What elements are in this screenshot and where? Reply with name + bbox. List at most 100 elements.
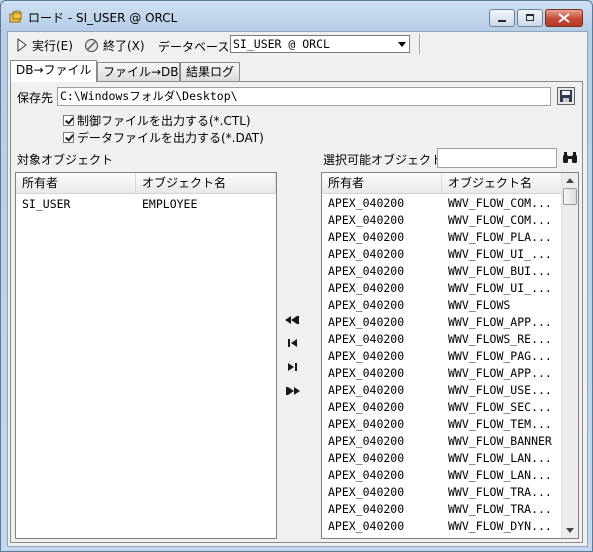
object-name-cell: WWV_FLOW_TRA... bbox=[448, 502, 552, 516]
table-row[interactable]: APEX_040200 WWV_FLOW_UI_... bbox=[322, 280, 562, 297]
available-list-header: 所有者 オブジェクト名 bbox=[322, 173, 562, 194]
data-file-label: データファイルを出力する(*.DAT) bbox=[77, 131, 264, 145]
owner-cell: APEX_040200 bbox=[322, 535, 448, 538]
target-objects-list[interactable]: 所有者 オブジェクト名 SI_USER EMPLOYEE bbox=[15, 172, 277, 539]
tab-file-to-db[interactable]: ファイル→DB bbox=[97, 62, 180, 81]
table-row[interactable]: APEX_040200 WWV_FLOW_USE... bbox=[322, 382, 562, 399]
minimize-icon bbox=[498, 20, 506, 22]
left-arrow-icon bbox=[287, 339, 297, 347]
object-name-cell: WWV_FLOWS_RE... bbox=[448, 332, 552, 346]
object-name-cell: EMPLOYEE bbox=[142, 197, 198, 211]
table-row[interactable]: APEX_040200 WWV_FLOW_LAN... bbox=[322, 450, 562, 467]
table-row[interactable]: APEX_040200 WWV_FLOW_PLA... bbox=[322, 229, 562, 246]
scroll-down-icon[interactable] bbox=[566, 528, 574, 533]
table-row[interactable]: APEX_040200WWV_FLOW_DYN... bbox=[322, 535, 562, 538]
column-header-owner[interactable]: 所有者 bbox=[16, 173, 136, 193]
maximize-button[interactable] bbox=[517, 9, 543, 27]
owner-cell: SI_USER bbox=[22, 197, 71, 211]
table-row[interactable]: APEX_040200 WWV_FLOWS bbox=[322, 297, 562, 314]
save-dest-label: 保存先 bbox=[17, 91, 54, 105]
object-name-cell: WWV_FLOW_PAG... bbox=[448, 349, 552, 363]
table-row[interactable]: APEX_040200WWV_FLOW_DYN... bbox=[322, 518, 562, 535]
tab-result-log[interactable]: 結果ログ bbox=[180, 62, 240, 81]
run-button[interactable]: 実行(E) bbox=[16, 36, 73, 54]
scroll-up-icon[interactable] bbox=[566, 178, 574, 183]
tab-db-to-file[interactable]: DB→ファイル bbox=[10, 60, 97, 82]
chevron-down-icon bbox=[398, 42, 406, 47]
close-button[interactable] bbox=[545, 9, 583, 27]
client-area: 実行(E) 終了(X) データベース SI_USER @ ORCL DB→ファイ… bbox=[7, 31, 588, 547]
table-row[interactable]: APEX_040200 WWV_FLOW_UI_... bbox=[322, 246, 562, 263]
save-path-button[interactable] bbox=[557, 87, 575, 105]
vertical-scrollbar[interactable] bbox=[561, 173, 578, 538]
database-icon bbox=[9, 10, 22, 23]
object-search-input[interactable] bbox=[437, 148, 557, 168]
database-label: データベース bbox=[158, 40, 230, 54]
object-name-cell: WWV_FLOW_COM... bbox=[448, 213, 552, 227]
owner-cell: APEX_040200 bbox=[328, 281, 405, 295]
data-file-checkbox[interactable]: データファイルを出力する(*.DAT) bbox=[63, 129, 264, 146]
remove-all-button[interactable] bbox=[281, 311, 303, 329]
checkbox-checked-icon bbox=[63, 132, 74, 143]
table-row[interactable]: APEX_040200 WWV_FLOW_BANNER bbox=[322, 433, 562, 450]
binoculars-icon[interactable] bbox=[562, 151, 578, 165]
object-name-cell: WWV_FLOW_BUI... bbox=[448, 264, 552, 278]
add-selected-button[interactable] bbox=[281, 358, 303, 376]
table-row[interactable]: APEX_040200 WWV_FLOW_LAN... bbox=[322, 467, 562, 484]
owner-cell: APEX_040200 bbox=[328, 400, 405, 414]
column-header-owner[interactable]: 所有者 bbox=[322, 173, 442, 193]
owner-cell: APEX_040200 bbox=[328, 519, 405, 533]
owner-cell: APEX_040200 bbox=[328, 298, 405, 312]
owner-cell: APEX_040200 bbox=[328, 332, 405, 346]
double-right-arrow-icon bbox=[285, 387, 300, 395]
scrollbar-thumb[interactable] bbox=[563, 188, 577, 205]
double-left-arrow-icon bbox=[284, 316, 300, 324]
owner-cell: APEX_040200 bbox=[328, 315, 405, 329]
table-row[interactable]: APEX_040200 WWV_FLOW_TRA... bbox=[322, 484, 562, 501]
table-row[interactable]: APEX_040200 WWV_FLOW_APP... bbox=[322, 314, 562, 331]
table-row[interactable]: APEX_040200 WWV_FLOW_BUI... bbox=[322, 263, 562, 280]
owner-cell: APEX_040200 bbox=[328, 230, 405, 244]
owner-cell: APEX_040200 bbox=[328, 264, 405, 278]
title-bar[interactable]: ロード - SI_USER @ ORCL bbox=[1, 1, 592, 31]
object-name-cell: WWV_FLOW_DYN... bbox=[448, 519, 552, 533]
column-header-object-name[interactable]: オブジェクト名 bbox=[136, 173, 276, 193]
table-row[interactable]: APEX_040200 WWV_FLOW_COM... bbox=[322, 212, 562, 229]
object-name-cell: WWV_FLOW_UI_... bbox=[448, 281, 552, 295]
floppy-disk-icon bbox=[560, 90, 572, 102]
database-select-value: SI_USER @ ORCL bbox=[233, 37, 330, 51]
add-all-button[interactable] bbox=[281, 382, 303, 400]
table-row[interactable]: APEX_040200 WWV_FLOW_TRA... bbox=[322, 501, 562, 518]
database-select[interactable]: SI_USER @ ORCL bbox=[230, 35, 410, 53]
table-row[interactable]: APEX_040200 WWV_FLOW_COM... bbox=[322, 195, 562, 212]
table-row[interactable]: APEX_040200 WWV_FLOWS_RE... bbox=[322, 331, 562, 348]
owner-cell: APEX_040200 bbox=[328, 502, 405, 516]
save-path-input[interactable]: C:\Windowsフォルダ\Desktop\ bbox=[57, 87, 551, 106]
table-row[interactable]: APEX_040200 WWV_FLOW_APP... bbox=[322, 365, 562, 382]
table-row[interactable]: APEX_040200 WWV_FLOW_TEM... bbox=[322, 416, 562, 433]
object-name-cell: WWV_FLOW_LAN... bbox=[448, 468, 552, 482]
column-header-object-name[interactable]: オブジェクト名 bbox=[442, 173, 562, 193]
run-label: 実行(E) bbox=[32, 38, 73, 53]
maximize-icon bbox=[526, 14, 534, 21]
object-name-cell: WWV_FLOW_COM... bbox=[448, 196, 552, 210]
stop-icon bbox=[84, 38, 99, 52]
checkbox-checked-icon bbox=[63, 115, 74, 126]
tab-panel-db-to-file: 保存先 C:\Windowsフォルダ\Desktop\ 制御ファイルを出力する(… bbox=[10, 81, 583, 543]
remove-selected-button[interactable] bbox=[281, 334, 303, 352]
table-row[interactable]: APEX_040200 WWV_FLOW_SEC... bbox=[322, 399, 562, 416]
table-row[interactable]: APEX_040200 WWV_FLOW_PAG... bbox=[322, 348, 562, 365]
owner-cell: APEX_040200 bbox=[328, 213, 405, 227]
owner-cell: APEX_040200 bbox=[328, 468, 405, 482]
exit-button[interactable]: 終了(X) bbox=[84, 36, 145, 54]
minimize-button[interactable] bbox=[489, 9, 515, 27]
toolbar-separator bbox=[419, 34, 421, 54]
owner-cell: APEX_040200 bbox=[328, 366, 405, 380]
table-row[interactable]: SI_USER EMPLOYEE bbox=[16, 196, 276, 213]
control-file-checkbox[interactable]: 制御ファイルを出力する(*.CTL) bbox=[63, 112, 251, 129]
window-title: ロード - SI_USER @ ORCL bbox=[28, 11, 178, 25]
available-objects-list[interactable]: 所有者 オブジェクト名 APEX_040200 WWV_FLOW_COM... AP… bbox=[321, 172, 579, 539]
object-name-cell: WWV_FLOW_LAN... bbox=[448, 451, 552, 465]
owner-cell: APEX_040200 bbox=[328, 451, 405, 465]
toolbar: 実行(E) 終了(X) データベース SI_USER @ ORCL bbox=[8, 32, 587, 58]
